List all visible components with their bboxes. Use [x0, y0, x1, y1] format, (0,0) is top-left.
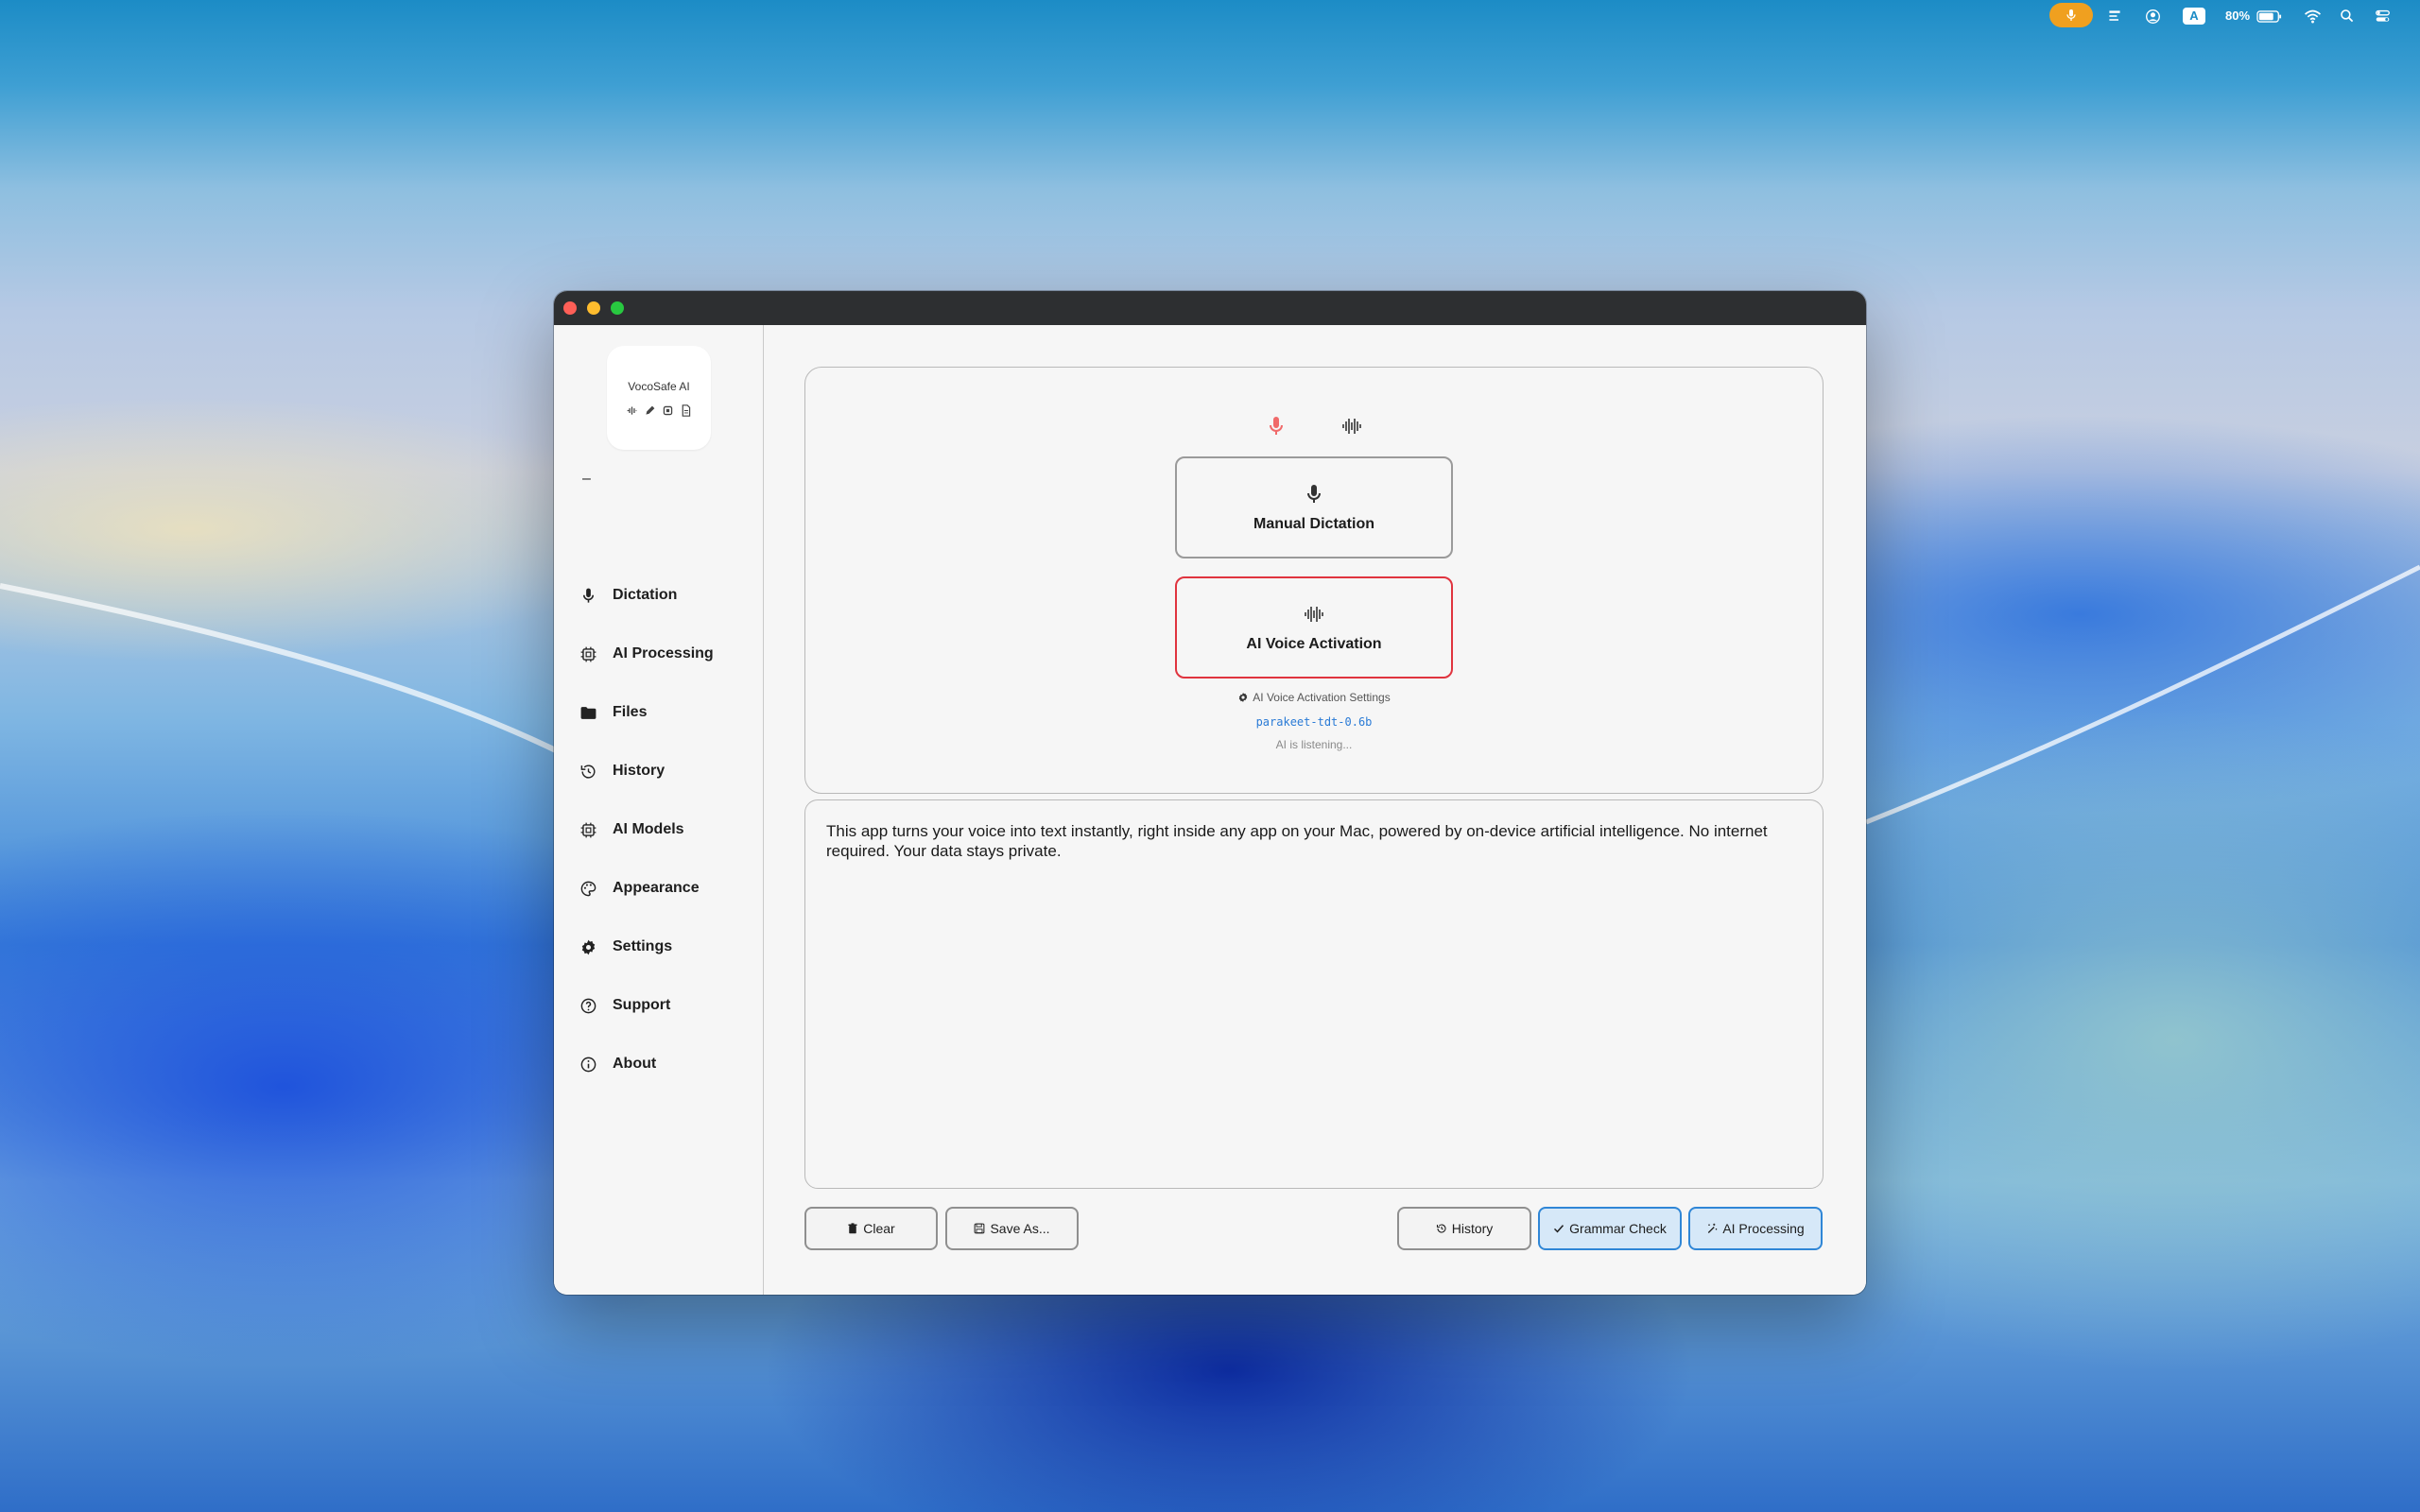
- sidebar-item-files[interactable]: Files: [579, 696, 749, 730]
- menubar-mic-icon[interactable]: [2049, 3, 2093, 27]
- ai-voice-activation-button[interactable]: AI Voice Activation: [1175, 576, 1453, 679]
- question-icon: [579, 996, 597, 1015]
- sidebar-item-label: Support: [613, 997, 671, 1013]
- minimize-window-button[interactable]: [587, 301, 600, 315]
- history-label: History: [1451, 1221, 1494, 1236]
- waveform-icon: [627, 406, 637, 415]
- sidebar-item-label: About: [613, 1056, 657, 1072]
- save-icon: [975, 1223, 985, 1234]
- dictation-mode-panel: Manual Dictation AI Voice Activation AI …: [804, 367, 1824, 794]
- sidebar-item-label: Files: [613, 704, 648, 720]
- spotlight-search-icon[interactable]: [2337, 5, 2358, 27]
- ai-processing-label: AI Processing: [1722, 1221, 1805, 1236]
- battery-icon[interactable]: [2256, 5, 2284, 27]
- sidebar-item-about[interactable]: About: [579, 1047, 749, 1081]
- document-icon: [682, 404, 691, 417]
- menubar-app-icon[interactable]: [2104, 5, 2125, 27]
- ai-voice-activation-settings-link[interactable]: AI Voice Activation Settings: [805, 691, 1823, 704]
- pen-icon: [646, 405, 655, 415]
- sidebar-item-dictation[interactable]: Dictation: [579, 578, 749, 612]
- user-icon[interactable]: [2142, 5, 2163, 27]
- sidebar-item-ai-processing[interactable]: AI Processing: [579, 637, 749, 671]
- info-icon: [579, 1055, 597, 1074]
- grammar-check-label: Grammar Check: [1569, 1221, 1667, 1236]
- title-bar: [554, 291, 1866, 325]
- logo-title: VocoSafe AI: [628, 380, 690, 393]
- ai-processing-button[interactable]: AI Processing: [1688, 1207, 1823, 1250]
- sidebar-item-appearance[interactable]: Appearance: [579, 871, 749, 905]
- main-content: Manual Dictation AI Voice Activation AI …: [764, 325, 1866, 1295]
- grammar-check-button[interactable]: Grammar Check: [1538, 1207, 1682, 1250]
- app-window: VocoSafe AI – Dictation AI Processing Fi…: [554, 291, 1866, 1295]
- history-icon: [579, 762, 597, 781]
- manual-dictation-button[interactable]: Manual Dictation: [1175, 456, 1453, 558]
- sidebar-item-label: Appearance: [613, 880, 700, 896]
- logo-icons: [607, 404, 711, 417]
- wifi-icon[interactable]: [2301, 5, 2324, 27]
- chip-icon: [579, 644, 597, 663]
- clear-label: Clear: [863, 1221, 895, 1236]
- ai-voice-activation-label: AI Voice Activation: [1246, 635, 1382, 652]
- sidebar-item-label: History: [613, 763, 666, 779]
- sidebar-item-label: AI Models: [613, 821, 684, 837]
- transcript-text-area[interactable]: This app turns your voice into text inst…: [804, 799, 1824, 1189]
- manual-dictation-label: Manual Dictation: [1253, 515, 1374, 532]
- save-as-label: Save As...: [990, 1221, 1050, 1236]
- model-name-link[interactable]: parakeet-tdt-0.6b: [805, 715, 1823, 729]
- chip-icon: [663, 405, 673, 416]
- chip-icon: [579, 820, 597, 839]
- close-window-button[interactable]: [563, 301, 577, 315]
- sidebar: VocoSafe AI – Dictation AI Processing Fi…: [554, 325, 764, 1295]
- sidebar-item-label: Settings: [613, 938, 673, 954]
- palette-icon: [579, 879, 597, 898]
- gear-icon: [579, 937, 597, 956]
- desktop-wallpaper: A 80% VocoSafe AI – Dictation AI Process…: [0, 0, 2420, 1512]
- app-logo: VocoSafe AI: [607, 346, 711, 450]
- clear-button[interactable]: Clear: [804, 1207, 938, 1250]
- mic-icon: [579, 586, 597, 605]
- checkmark-icon: [1554, 1225, 1564, 1233]
- sidebar-item-ai-models[interactable]: AI Models: [579, 813, 749, 847]
- gear-icon: [1239, 693, 1248, 702]
- mic-icon: [1303, 483, 1325, 510]
- settings-link-label: AI Voice Activation Settings: [1253, 691, 1391, 704]
- history-button[interactable]: History: [1397, 1207, 1531, 1250]
- folder-icon: [579, 703, 597, 722]
- sidebar-collapse-button[interactable]: –: [582, 471, 596, 487]
- sidebar-item-support[interactable]: Support: [579, 988, 749, 1022]
- listening-status: AI is listening...: [1275, 738, 1353, 751]
- sidebar-item-label: AI Processing: [613, 645, 714, 662]
- sidebar-item-label: Dictation: [613, 587, 678, 603]
- control-center-icon[interactable]: [2371, 5, 2394, 27]
- waveform-icon: [1303, 603, 1325, 630]
- save-as-button[interactable]: Save As...: [945, 1207, 1079, 1250]
- input-source-icon[interactable]: A: [2183, 8, 2205, 25]
- transcript-text[interactable]: This app turns your voice into text inst…: [826, 821, 1800, 861]
- menu-bar: A 80%: [0, 0, 2420, 32]
- waveform-icon: [1342, 419, 1361, 434]
- battery-percent: 80%: [2224, 9, 2251, 23]
- zoom-window-button[interactable]: [611, 301, 624, 315]
- mode-indicator-icons: [805, 415, 1823, 438]
- magic-wand-icon: [1708, 1223, 1718, 1233]
- sidebar-item-history[interactable]: History: [579, 754, 749, 788]
- mic-icon: [1270, 417, 1283, 435]
- sidebar-item-settings[interactable]: Settings: [579, 930, 749, 964]
- trash-icon: [848, 1223, 857, 1234]
- history-icon: [1436, 1224, 1446, 1233]
